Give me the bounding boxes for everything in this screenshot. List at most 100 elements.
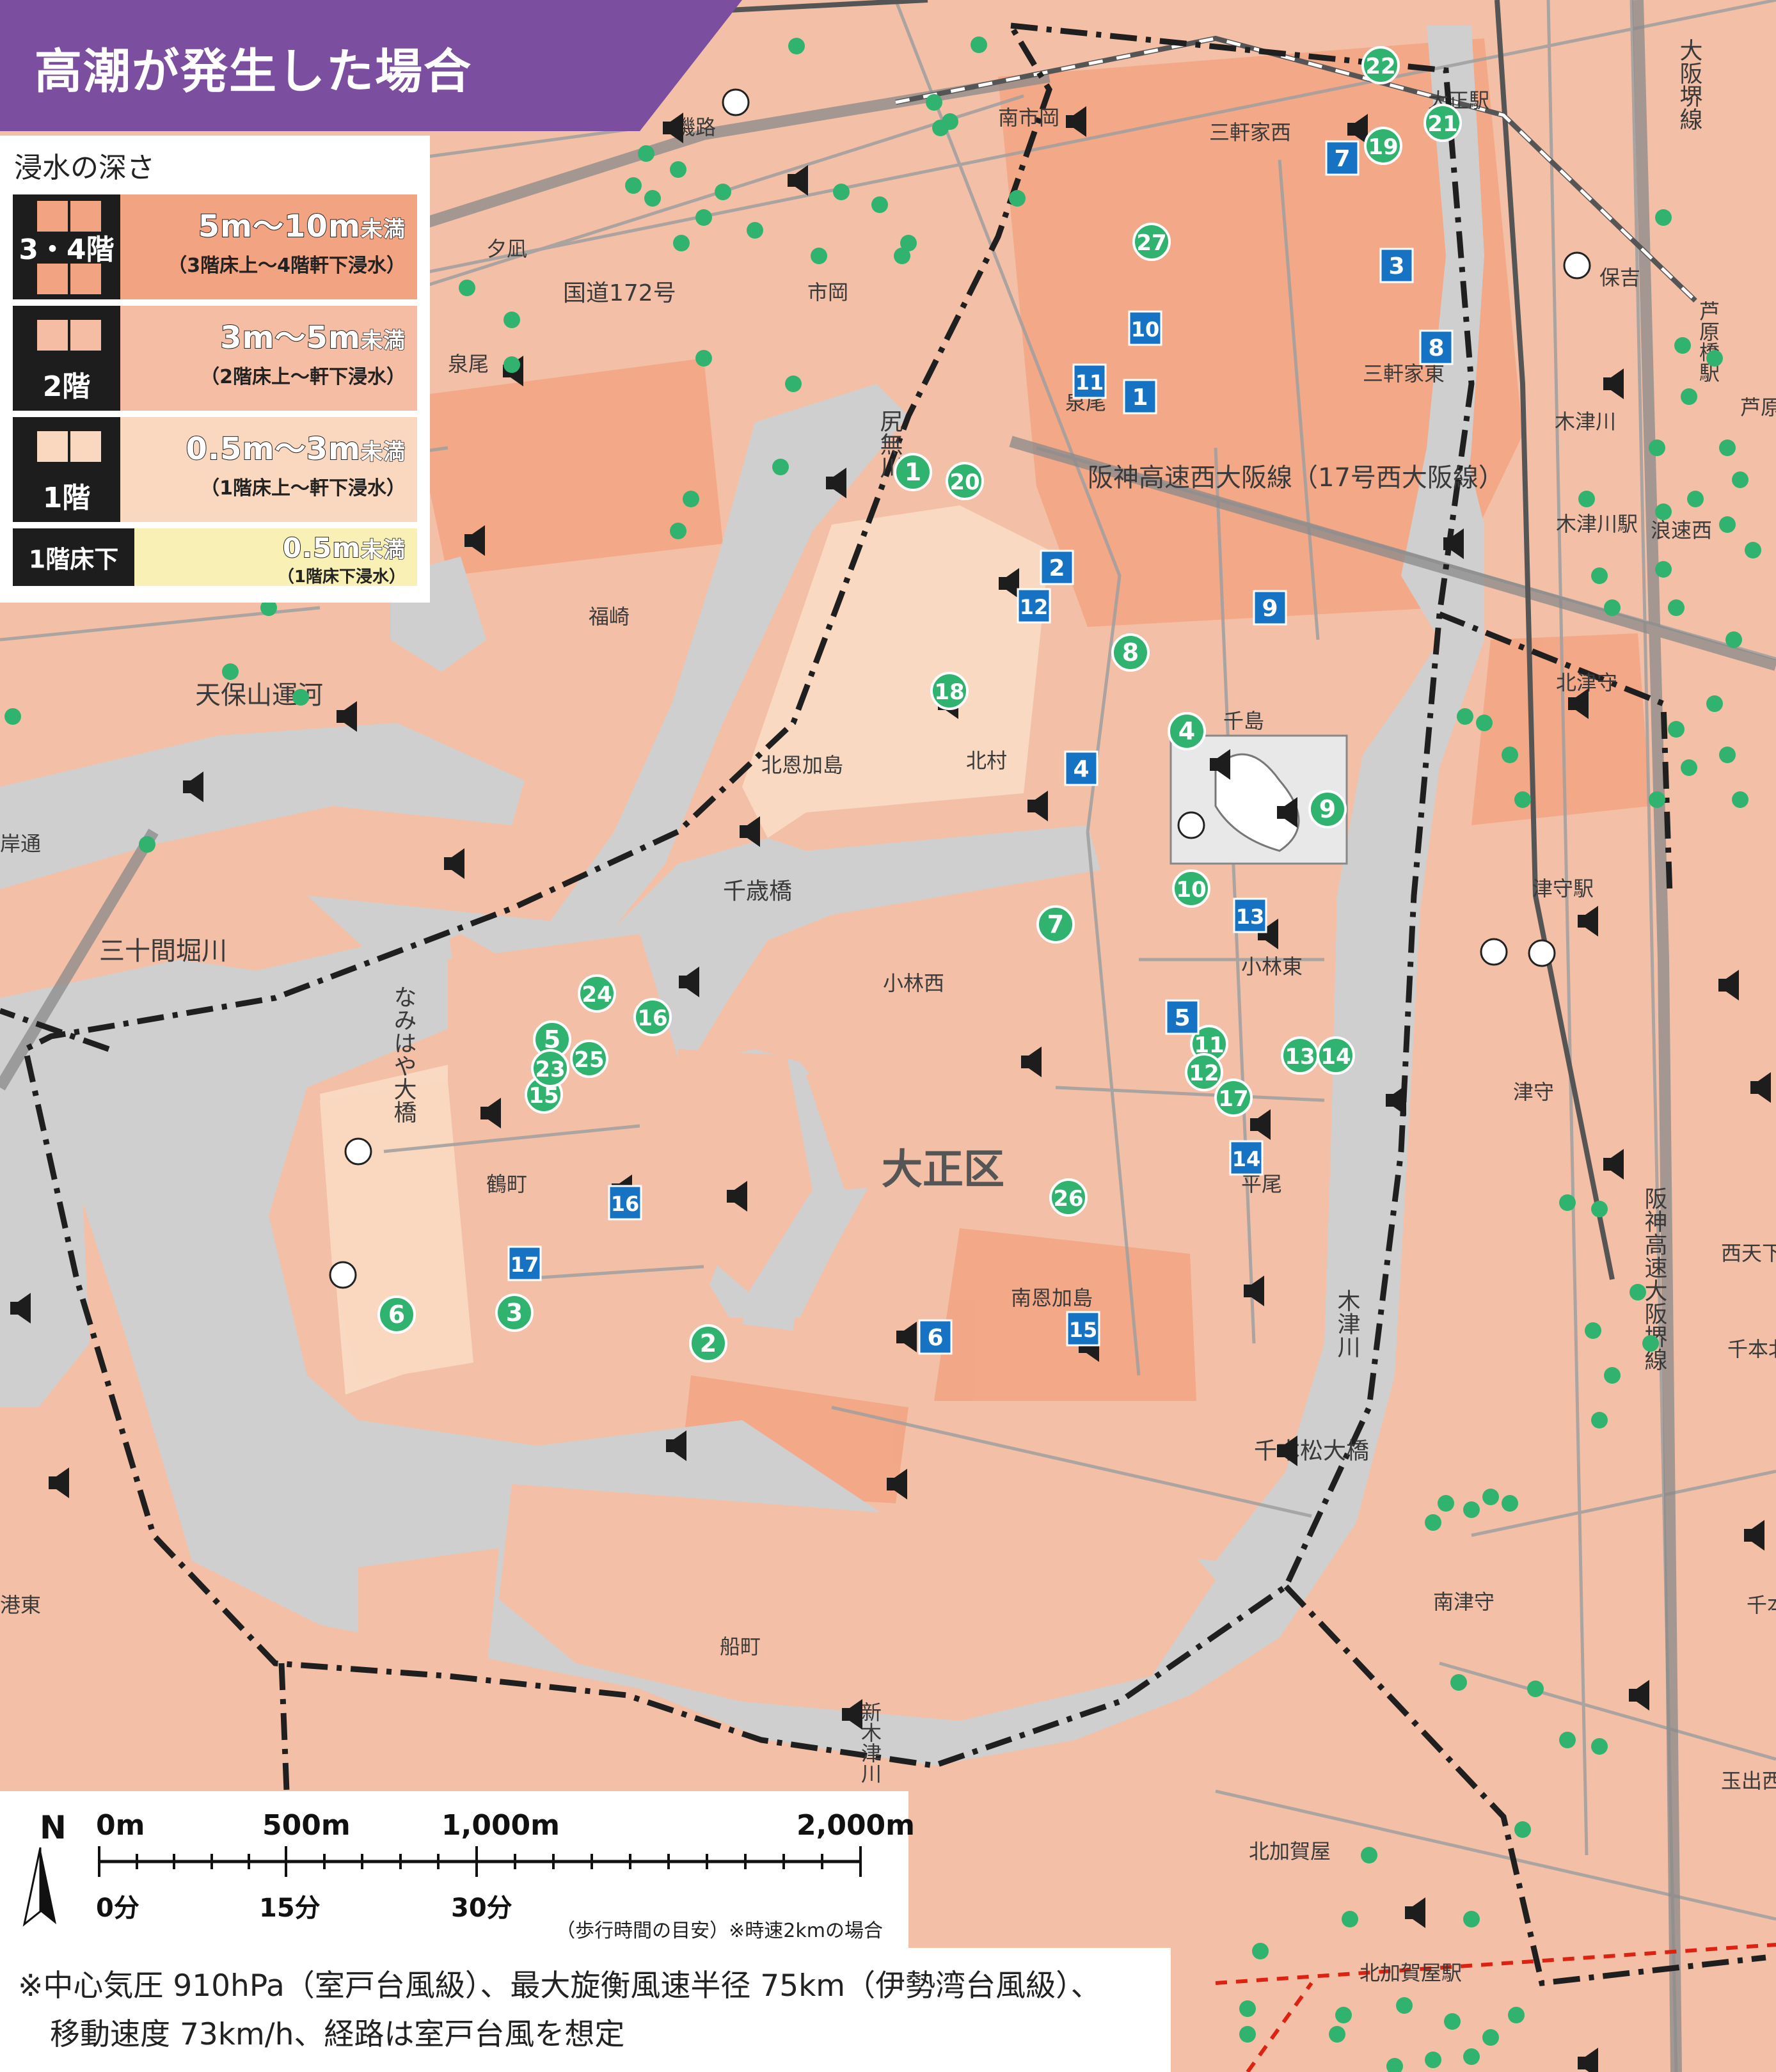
shelter-building-marker[interactable]: 14 [1229,1140,1264,1176]
small-green-dot [1585,1322,1601,1339]
small-green-dot [932,120,949,136]
place-label: 千本 [1747,1593,1776,1617]
place-label: 泉尾 [448,352,489,376]
marker-number: 1 [1132,384,1148,411]
shelter-building-marker[interactable]: 6 [918,1319,953,1355]
shelter-building-marker[interactable]: 13 [1233,898,1267,933]
small-green-dot [926,94,942,111]
small-green-dot [1463,2048,1480,2065]
shelter-building-marker[interactable]: 2 [1040,550,1074,585]
small-green-dot [1642,1335,1659,1352]
small-green-dot [1649,791,1665,808]
place-label: 保吉 [1599,265,1640,290]
shelter-building-marker[interactable]: 5 [1165,999,1200,1035]
marker-number: 1 [905,458,921,486]
small-green-dot [4,708,21,725]
small-green-dot [1329,2026,1345,2043]
small-green-dot [222,663,239,680]
marker-number: 3 [1388,253,1404,280]
hospital-icon [1177,811,1205,839]
legend-unit: 未満 [360,328,406,354]
small-green-dot [1396,1997,1413,2014]
shelter-building-marker[interactable]: 4 [1064,750,1098,786]
shelter-building-marker[interactable]: 9 [1253,590,1287,626]
small-green-dot [871,196,888,213]
evacuation-site-marker[interactable]: 26 [1049,1178,1088,1217]
marker-number: 2 [1049,555,1065,581]
evacuation-site-marker[interactable]: 24 [578,974,616,1013]
scale-label-2000m: 2,000m [797,1809,916,1842]
place-label: 南恩加島 [1011,1286,1093,1310]
small-green-dot [1668,721,1685,738]
marker-number: 27 [1136,230,1166,256]
place-label: 北村 [966,748,1007,773]
evacuation-site-marker[interactable]: 16 [633,998,672,1036]
small-green-dot [695,350,712,367]
marker-number: 15 [1069,1318,1098,1342]
evacuation-site-marker[interactable]: 1 [894,453,932,491]
shelter-building-marker[interactable]: 15 [1066,1311,1100,1347]
evacuation-site-marker[interactable]: 19 [1364,127,1402,165]
evacuation-site-marker[interactable]: 20 [946,462,984,500]
evacuation-site-marker[interactable]: 14 [1317,1036,1355,1075]
evacuation-site-marker[interactable]: 4 [1168,712,1206,750]
footnote-line-2: 移動速度 73km/h、経路は室戸台風を想定 [50,2017,625,2052]
small-green-dot [1591,1201,1608,1217]
small-green-dot [1655,561,1672,578]
legend-key-label: 3・4階 [19,233,115,266]
evacuation-site-marker[interactable]: 10 [1172,869,1210,908]
small-green-dot [683,491,699,507]
marker-number: 10 [1176,877,1206,903]
evacuation-site-marker[interactable]: 18 [930,672,969,710]
evacuation-site-marker[interactable]: 25 [570,1040,608,1078]
place-label: 千歳橋 [723,878,792,905]
evacuation-site-marker[interactable]: 2 [689,1324,727,1363]
legend-key-label: 1階 [42,482,91,514]
legend-range: 3m～5m [219,319,361,356]
place-label: 福崎 [589,605,630,629]
evacuation-site-marker[interactable]: 17 [1214,1079,1253,1117]
small-green-dot [1559,1194,1576,1211]
legend-range: 0.5m [282,532,361,564]
shelter-building-marker[interactable]: 10 [1128,310,1162,346]
shelter-building-marker[interactable]: 17 [507,1246,542,1281]
place-label: 三軒家東 [1363,361,1445,386]
evacuation-site-marker[interactable]: 22 [1361,46,1400,84]
place-label: 浪速西 [1651,518,1712,542]
evacuation-site-marker[interactable]: 9 [1308,790,1347,828]
evacuation-site-marker[interactable]: 13 [1281,1036,1319,1075]
evacuation-site-marker[interactable]: 27 [1132,223,1171,261]
scale-label-500m: 500m [262,1809,351,1842]
shelter-building-marker[interactable]: 1 [1123,379,1157,415]
marker-number: 19 [1368,134,1398,160]
shelter-building-marker[interactable]: 3 [1379,248,1414,283]
small-green-dot [1706,695,1723,712]
shelter-building-marker[interactable]: 16 [608,1185,642,1221]
small-green-dot [1476,715,1493,731]
shelter-building-marker[interactable]: 7 [1325,140,1360,176]
evacuation-site-marker[interactable]: 23 [531,1049,569,1087]
evacuation-site-marker[interactable]: 7 [1036,905,1075,944]
evacuation-site-marker[interactable]: 8 [1111,633,1150,672]
legend-key-label: 2階 [42,370,91,403]
evacuation-site-marker[interactable]: 6 [377,1295,416,1334]
small-green-dot [1239,2026,1256,2043]
evacuation-site-marker[interactable]: 21 [1423,104,1462,142]
place-label: 千島 [1223,709,1264,733]
small-green-dot [1732,471,1748,488]
small-green-dot [1450,1674,1467,1691]
evacuation-site-marker[interactable]: 12 [1185,1053,1223,1091]
shelter-building-marker[interactable]: 8 [1419,329,1454,365]
small-green-dot [785,376,802,392]
evacuation-site-marker[interactable]: 3 [495,1293,534,1332]
marker-number: 26 [1053,1186,1083,1212]
legend-range: 5m～10m [198,208,361,245]
small-green-dot [900,235,917,251]
place-label: 市岡 [807,280,848,304]
shelter-building-marker[interactable]: 11 [1072,363,1107,399]
scale-note: （歩行時間の目安）※時速2kmの場合 [556,1920,883,1942]
marker-number: 18 [934,679,964,705]
legend-key-3-4f: 3・4階 [13,194,120,299]
small-green-dot [459,280,475,296]
shelter-building-marker[interactable]: 12 [1017,588,1051,624]
